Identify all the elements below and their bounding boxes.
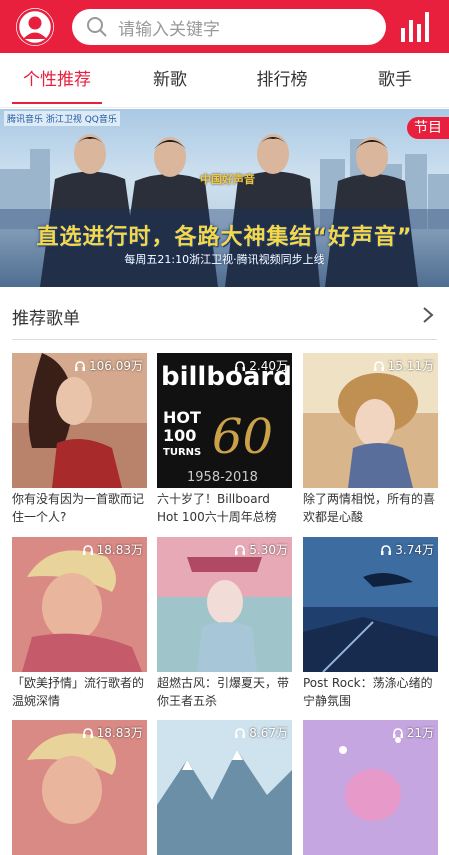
svg-text:HOT: HOT [163,408,201,427]
svg-text:1958-2018: 1958-2018 [187,470,258,485]
playlist-title: 超燃古风：引爆夏天，带你王者五杀 [157,676,290,708]
headphones-icon [235,360,246,371]
banner-headline: 直选进行时，各路大神集结“好声音” [36,225,413,250]
playlist-cover: 8.67万 [157,720,292,855]
tab-new-songs[interactable]: 新歌 [125,53,215,107]
play-count: 3.74万 [380,541,434,558]
playlist-cover: 18.83万 [12,537,147,672]
playlist-title: Post Rock：荡涤心绪的宁静氛围 [303,676,433,708]
play-count: 15.11万 [373,357,434,374]
play-count: 106.09万 [74,357,143,374]
tab-charts[interactable]: 排行榜 [237,53,327,107]
promo-banner[interactable]: 腾讯音乐 浙江卫视 QQ音乐 中国好声音 直选进行时，各路大神集结“好声音” 每… [0,109,449,287]
recommended-playlists-header[interactable]: 推荐歌单 [12,292,437,340]
banner-logos: 腾讯音乐 浙江卫视 QQ音乐 [4,111,120,126]
playlist-cover: 18.83万 [12,720,147,855]
playlist-cover: 106.09万 [12,353,147,488]
playlist-cover: 3.74万 [303,537,438,672]
playlist-title: 「欧美抒情」流行歌者的温婉深情 [12,676,145,708]
user-avatar-icon[interactable] [16,8,54,46]
headphones-icon [392,727,403,738]
svg-text:100: 100 [163,426,196,445]
play-count: 8.67万 [234,724,288,741]
headphones-icon [381,544,392,555]
active-tab-indicator [12,102,102,104]
search-icon [87,17,107,37]
playlist-title: 你有没有因为一首歌而记住一个人? [12,492,145,524]
tab-recommend[interactable]: 个性推荐 [12,53,102,107]
headphones-icon [235,544,246,555]
svg-text:60: 60 [212,409,273,465]
ranking-chart-icon[interactable] [398,10,432,44]
play-count: 18.83万 [82,541,143,558]
search-placeholder: 请输入关键字 [118,19,220,40]
chevron-right-icon[interactable] [421,306,435,324]
search-bar[interactable]: 请输入关键字 [72,9,386,45]
top-bar: 请输入关键字 [0,0,449,53]
playlist-title: 六十岁了！Billboard Hot 100六十周年总榜 [157,492,277,524]
section-title: 推荐歌单 [12,309,80,329]
play-count: 5.30万 [234,541,288,558]
headphones-icon [235,727,246,738]
svg-text:TURNS: TURNS [163,447,201,458]
play-count: 18.83万 [82,724,143,741]
banner-subline: 每周五21:10浙江卫视·腾讯视频同步上线 [124,253,325,266]
playlist-cover: 15.11万 [303,353,438,488]
play-count: 2.40万 [234,357,288,374]
headphones-icon [82,727,93,738]
playlist-title: 除了两情相悦，所有的喜欢都是心酸 [303,492,436,524]
banner-tag: 节目 [407,117,449,139]
tab-artists[interactable]: 歌手 [350,53,440,107]
playlist-cover: 21万 [303,720,438,855]
headphones-icon [75,360,85,371]
banner-emblem: 中国好声音 [200,173,255,186]
headphones-icon [82,544,93,555]
playlist-cover: billboard HOT 100 TURNS 60 1958-2018 2.4… [157,353,292,488]
tab-bar: 个性推荐 新歌 排行榜 歌手 [0,53,449,108]
headphones-icon [373,360,384,371]
play-count: 21万 [392,724,434,741]
playlist-cover: 5.30万 [157,537,292,672]
